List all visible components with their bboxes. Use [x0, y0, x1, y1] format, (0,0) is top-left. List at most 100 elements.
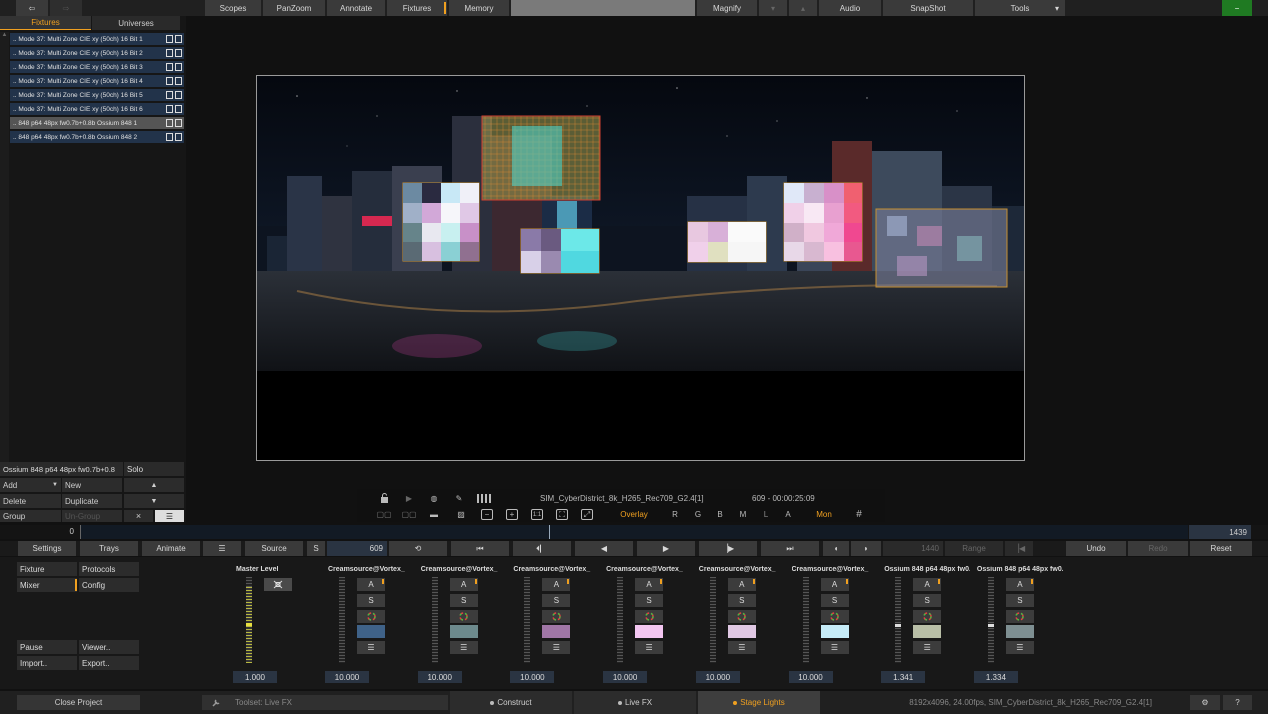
scopes-button[interactable]: Scopes	[205, 0, 261, 16]
fixture-row[interactable]: .. Mode 37: Multi Zone CIE xy (50ch) 16 …	[10, 61, 184, 73]
timeline-track[interactable]	[80, 525, 1188, 539]
strip-a-button[interactable]: A	[542, 578, 571, 591]
strip-color-swatch[interactable]	[1005, 625, 1034, 638]
strip-s-button[interactable]: S	[449, 594, 478, 607]
zoom-in-icon[interactable]: +	[506, 509, 518, 520]
fixture-overlay-right1[interactable]	[687, 221, 767, 263]
mark-in-icon[interactable]: ◖	[823, 541, 849, 556]
animate-button[interactable]: Animate	[142, 541, 200, 556]
source-button[interactable]: Source	[245, 541, 303, 556]
duplicate-button[interactable]: Duplicate	[62, 494, 122, 508]
fixtures-button[interactable]: Fixtures	[387, 0, 447, 16]
undo-button[interactable]: Undo	[1066, 541, 1126, 556]
strip-a-button[interactable]: A	[727, 578, 756, 591]
zoom-out-icon[interactable]: −	[481, 509, 493, 520]
strip-level-meter[interactable]	[617, 577, 624, 663]
skip-to-start-icon[interactable]: ⏮	[451, 541, 509, 556]
trays-button[interactable]: Trays	[80, 541, 138, 556]
tab-universes[interactable]: Universes	[92, 16, 180, 30]
color-wheel-icon[interactable]	[727, 610, 756, 623]
forward-arrow-icon[interactable]: ⇨	[50, 0, 82, 16]
minimize-button[interactable]: −	[1222, 0, 1252, 16]
strip-a-button[interactable]: A	[635, 578, 664, 591]
strip-level-meter[interactable]	[987, 577, 994, 663]
strip-level-value[interactable]: 10.000	[510, 671, 555, 683]
total-frames-field[interactable]: 1440	[883, 541, 943, 556]
timeline-playhead[interactable]	[549, 525, 550, 539]
strip-menu-icon[interactable]: ☰	[1005, 641, 1034, 654]
close-project-button[interactable]: Close Project	[17, 695, 140, 710]
zoom-1to1-button[interactable]: 1:1	[531, 509, 543, 520]
solo-button[interactable]: Solo	[124, 462, 184, 476]
strip-a-button[interactable]: A	[357, 578, 385, 591]
fixture-row[interactable]: .. Mode 37: Multi Zone CIE xy (50ch) 16 …	[10, 47, 184, 59]
ungroup-button[interactable]: Un-Group	[62, 510, 122, 522]
strip-level-meter[interactable]	[339, 577, 345, 663]
mark-out-icon[interactable]: ◗	[851, 541, 881, 556]
channel-l-button[interactable]: L	[760, 509, 772, 520]
strip-color-swatch[interactable]	[820, 625, 849, 638]
range-button[interactable]: Range	[945, 541, 1003, 556]
strip-level-meter[interactable]	[524, 577, 531, 663]
audio-button[interactable]: Audio	[819, 0, 881, 16]
strip-a-button[interactable]: A	[820, 578, 849, 591]
bars-icon[interactable]	[477, 492, 493, 504]
strip-level-value[interactable]: 1.334	[973, 671, 1018, 683]
fit-icon[interactable]: ⛶	[556, 509, 568, 520]
pause-button[interactable]: Pause	[17, 640, 77, 654]
strip-s-button[interactable]: S	[1005, 594, 1034, 607]
back-arrow-icon[interactable]: ⇦	[16, 0, 48, 16]
step-forward-icon[interactable]: ▕▶	[699, 541, 757, 556]
strip-s-button[interactable]: S	[820, 594, 849, 607]
tab-construct[interactable]: Construct	[450, 691, 572, 714]
fixture-row[interactable]: .. Mode 37: Multi Zone CIE xy (50ch) 16 …	[10, 89, 184, 101]
tools-dropdown[interactable]: Tools ▾	[975, 0, 1065, 16]
color-wheel-icon[interactable]	[449, 610, 478, 623]
strip-menu-icon[interactable]: ☰	[357, 641, 385, 654]
master-link-icon[interactable]	[264, 578, 292, 591]
wipe-icon[interactable]: ▬	[427, 509, 441, 520]
fixture-overlay-right3[interactable]	[875, 208, 1008, 288]
strip-menu-icon[interactable]: ☰	[449, 641, 478, 654]
strip-s-button[interactable]: S	[635, 594, 664, 607]
loop-icon[interactable]: ⟲	[389, 541, 447, 556]
memory-button[interactable]: Memory	[449, 0, 509, 16]
channel-g-button[interactable]: G	[692, 509, 704, 520]
overlay-toggle[interactable]: Overlay	[607, 509, 661, 520]
fixture-row-selected[interactable]: .. 848 p64 48px fw0.7b+0.8b Ossium 848 1	[10, 117, 184, 129]
image-viewer[interactable]	[256, 75, 1025, 461]
strip-a-button[interactable]: A	[449, 578, 478, 591]
master-level-meter[interactable]	[246, 577, 252, 663]
fixture-overlay-right2[interactable]	[783, 182, 863, 262]
strip-color-swatch[interactable]	[727, 625, 756, 638]
menu-icon[interactable]: ☰	[155, 510, 184, 522]
protocols-button[interactable]: Protocols	[79, 562, 139, 576]
strip-menu-icon[interactable]: ☰	[542, 641, 571, 654]
fixture-overlay-left[interactable]	[402, 182, 480, 262]
group-button[interactable]: Group	[0, 510, 61, 522]
fixture-button[interactable]: Fixture	[17, 562, 77, 576]
strip-s-button[interactable]: S	[542, 594, 571, 607]
strip-a-button[interactable]: A	[1005, 578, 1034, 591]
strip-level-meter[interactable]	[895, 577, 902, 663]
redo-button[interactable]: Redo	[1128, 541, 1188, 556]
config-button[interactable]: Config	[79, 578, 139, 592]
fixture-overlay-center[interactable]	[520, 228, 600, 274]
delete-button[interactable]: Delete	[0, 494, 61, 508]
strip-level-value[interactable]: 10.000	[788, 671, 833, 683]
move-up-icon[interactable]: ▲	[124, 478, 184, 492]
wrench-icon[interactable]	[202, 695, 230, 710]
channel-r-button[interactable]: R	[669, 509, 681, 520]
new-button[interactable]: New	[62, 478, 122, 492]
strip-level-value[interactable]: 10.000	[417, 671, 462, 683]
color-wheel-icon[interactable]	[357, 610, 385, 623]
split-icon[interactable]: ▢▢	[401, 509, 416, 520]
fixture-list-scrollbar[interactable]: ▲	[0, 32, 9, 472]
tab-stage-lights[interactable]: Stage Lights	[698, 691, 820, 714]
tab-live-fx[interactable]: Live FX	[574, 691, 696, 714]
close-icon[interactable]: ×	[124, 510, 153, 522]
play-reverse-icon[interactable]: ◀	[575, 541, 633, 556]
strip-menu-icon[interactable]: ☰	[727, 641, 756, 654]
zebra-icon[interactable]: ▨	[454, 509, 468, 520]
channel-b-button[interactable]: B	[714, 509, 726, 520]
